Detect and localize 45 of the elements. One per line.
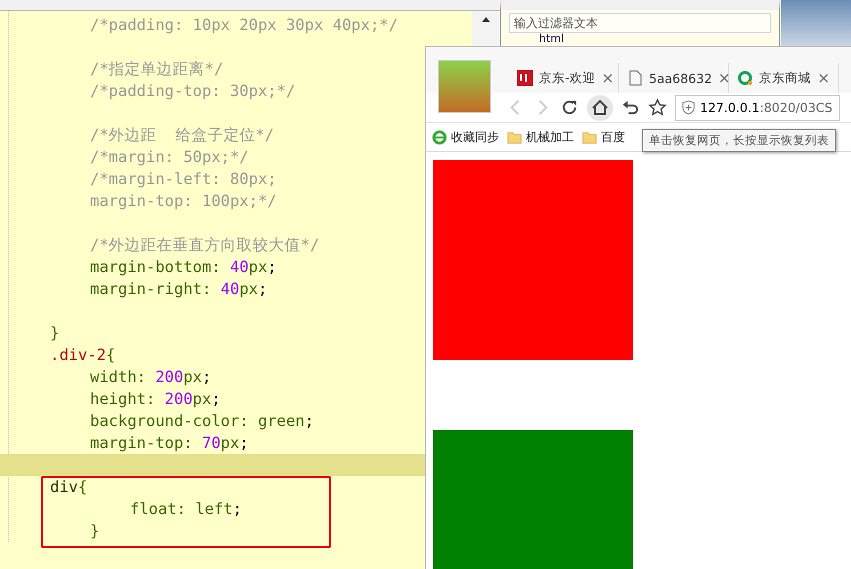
address-bar[interactable]: 127.0.0.1:8020/03CS	[675, 94, 840, 120]
browser-tab[interactable]: 京东-欢迎 ×	[509, 63, 619, 93]
code-line: /*margin-left: 80px;	[89, 170, 277, 188]
code-line: /*padding: 10px 20px 30px 40px;*/	[89, 16, 398, 34]
home-icon[interactable]	[587, 94, 613, 120]
ring-icon	[737, 70, 753, 86]
close-icon[interactable]: ×	[817, 69, 830, 87]
photo-placeholder	[781, 0, 851, 46]
code-line: background-color: green;	[89, 412, 314, 430]
bookmark-item[interactable]: 机械加工	[507, 128, 574, 146]
outline-item[interactable]: html	[509, 33, 771, 45]
close-icon[interactable]: ×	[602, 69, 614, 87]
e-logo-icon	[432, 130, 447, 144]
folder-icon	[582, 130, 597, 144]
code-line: margin-top: 70px;	[89, 434, 249, 452]
folder-icon	[507, 130, 522, 144]
filter-field[interactable]: 输入过滤器文本	[509, 13, 771, 33]
logo-icon	[517, 70, 533, 86]
tooltip: 单击恢复网页，长按显示恢复列表	[642, 129, 836, 152]
code-line: }	[50, 324, 60, 342]
code-line: /*外边距在垂直方向取较大值*/	[89, 236, 320, 254]
page-icon	[627, 70, 643, 86]
code-line: /*margin: 50px;*/	[89, 148, 249, 166]
editor-scrollbar[interactable]	[472, 11, 500, 46]
close-icon[interactable]: ×	[718, 69, 731, 87]
code-line: /*指定单边距离*/	[89, 60, 224, 78]
code-line: div{	[50, 478, 88, 496]
browser-tab[interactable]: 5aa68632 ×	[619, 63, 729, 93]
code-line: /*外边距 给盒子定位*/	[89, 126, 274, 144]
reload-icon[interactable]	[560, 98, 579, 117]
bookmark-item[interactable]: 收藏同步	[432, 128, 499, 146]
code-line: margin-top: 100px;*/	[89, 192, 277, 210]
star-icon[interactable]	[648, 98, 667, 117]
code-line: }	[89, 522, 100, 540]
code-line: /*padding-top: 30px;*/	[89, 82, 296, 100]
shield-icon	[681, 100, 696, 115]
code-line: .div-2{	[50, 346, 116, 364]
bookmark-item[interactable]: 百度	[582, 128, 625, 146]
code-line: margin-right: 40px;	[89, 280, 268, 298]
code-line: float: left;	[129, 500, 242, 518]
undo-icon[interactable]	[621, 98, 640, 117]
code-line: height: 200px;	[89, 390, 221, 408]
browser-tab[interactable]: 京东商城 ×	[729, 63, 839, 93]
code-line: margin-bottom: 40px;	[89, 258, 277, 276]
code-line: width: 200px;	[89, 368, 212, 386]
